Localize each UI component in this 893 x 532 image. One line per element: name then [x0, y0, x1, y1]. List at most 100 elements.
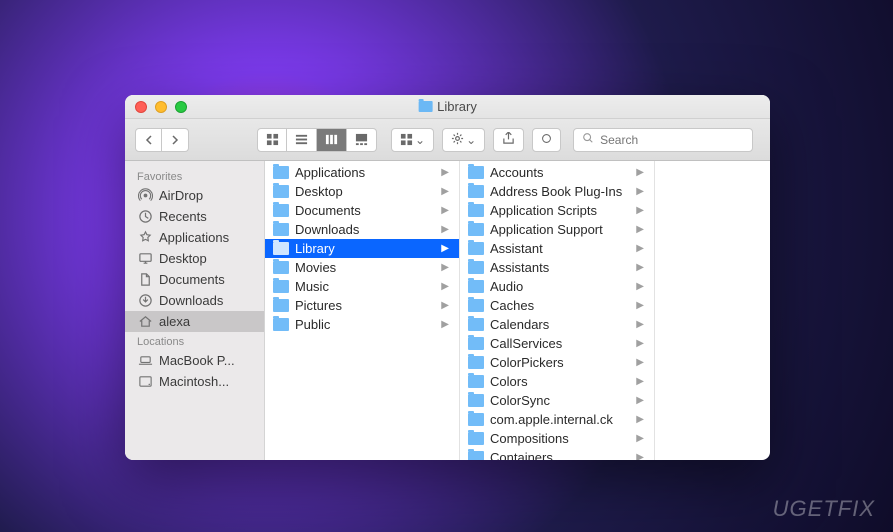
toolbar: ⌄ ⌄ [125, 119, 770, 161]
view-gallery-button[interactable] [347, 128, 377, 152]
item-label: Audio [490, 279, 630, 294]
list-item[interactable]: Applications▶ [265, 163, 459, 182]
airdrop-icon [137, 189, 153, 203]
folder-icon [468, 185, 484, 198]
sidebar-item-downloads[interactable]: Downloads [125, 290, 264, 311]
action-button[interactable]: ⌄ [442, 128, 485, 152]
sidebar-item-documents[interactable]: Documents [125, 269, 264, 290]
folder-icon [468, 413, 484, 426]
list-item[interactable]: Downloads▶ [265, 220, 459, 239]
sidebar-item-alexa[interactable]: alexa [125, 311, 264, 332]
chevron-right-icon: ▶ [636, 319, 644, 330]
sidebar-item-airdrop[interactable]: AirDrop [125, 185, 264, 206]
sidebar-item-macbook-p-[interactable]: MacBook P... [125, 350, 264, 371]
folder-icon [273, 318, 289, 331]
list-item[interactable]: Desktop▶ [265, 182, 459, 201]
list-item[interactable]: Application Support▶ [460, 220, 654, 239]
item-label: Library [295, 241, 435, 256]
sidebar-item-label: Macintosh... [159, 374, 229, 389]
list-item[interactable]: Containers▶ [460, 448, 654, 460]
forward-button[interactable] [162, 128, 189, 152]
list-item[interactable]: ColorSync▶ [460, 391, 654, 410]
folder-icon [468, 242, 484, 255]
list-item[interactable]: Address Book Plug-Ins▶ [460, 182, 654, 201]
list-item[interactable]: ColorPickers▶ [460, 353, 654, 372]
chevron-right-icon: ▶ [636, 205, 644, 216]
sidebar-item-label: MacBook P... [159, 353, 235, 368]
documents-icon [137, 273, 153, 287]
sidebar: FavoritesAirDropRecentsApplicationsDeskt… [125, 161, 265, 460]
list-item[interactable]: Accounts▶ [460, 163, 654, 182]
minimize-button[interactable] [155, 101, 167, 113]
chevron-right-icon: ▶ [636, 262, 644, 273]
finder-window: Library ⌄ [125, 95, 770, 460]
view-columns-button[interactable] [317, 128, 347, 152]
sidebar-item-recents[interactable]: Recents [125, 206, 264, 227]
list-item[interactable]: Music▶ [265, 277, 459, 296]
item-label: Compositions [490, 431, 630, 446]
chevron-right-icon: ▶ [636, 243, 644, 254]
applications-icon [137, 231, 153, 245]
folder-icon [273, 166, 289, 179]
item-label: Public [295, 317, 435, 332]
chevron-right-icon: ▶ [636, 186, 644, 197]
share-icon [502, 132, 515, 148]
list-item[interactable]: Assistants▶ [460, 258, 654, 277]
sidebar-item-desktop[interactable]: Desktop [125, 248, 264, 269]
list-item[interactable]: com.apple.internal.ck ▶ [460, 410, 654, 429]
chevron-right-icon: ▶ [636, 433, 644, 444]
sidebar-item-label: Documents [159, 272, 225, 287]
column-browser: Applications▶Desktop▶Documents▶Downloads… [265, 161, 770, 460]
chevron-right-icon: ▶ [441, 205, 449, 216]
list-item[interactable]: Application Scripts▶ [460, 201, 654, 220]
chevron-right-icon: ▶ [441, 186, 449, 197]
list-item[interactable]: Audio▶ [460, 277, 654, 296]
search-icon [582, 131, 594, 149]
tags-button[interactable] [532, 128, 561, 152]
search-box[interactable] [573, 128, 753, 152]
list-item[interactable]: Calendars▶ [460, 315, 654, 334]
list-item[interactable]: Compositions ▶ [460, 429, 654, 448]
item-label: ColorPickers [490, 355, 630, 370]
view-icons-button[interactable] [257, 128, 287, 152]
share-button[interactable] [493, 128, 524, 152]
chevron-right-icon: ▶ [441, 224, 449, 235]
watermark: UGETFIX [773, 496, 875, 522]
list-item[interactable]: Colors▶ [460, 372, 654, 391]
sidebar-item-applications[interactable]: Applications [125, 227, 264, 248]
item-label: com.apple.internal.ck [490, 412, 630, 427]
search-input[interactable] [600, 133, 744, 147]
sidebar-item-label: Recents [159, 209, 207, 224]
arrange-button[interactable]: ⌄ [391, 128, 434, 152]
list-item[interactable]: Documents▶ [265, 201, 459, 220]
chevron-right-icon: ▶ [636, 300, 644, 311]
back-button[interactable] [135, 128, 162, 152]
list-item[interactable]: Library▶ [265, 239, 459, 258]
content-area: FavoritesAirDropRecentsApplicationsDeskt… [125, 161, 770, 460]
folder-icon [273, 280, 289, 293]
folder-icon [273, 223, 289, 236]
list-item[interactable]: Assistant▶ [460, 239, 654, 258]
maximize-button[interactable] [175, 101, 187, 113]
view-list-button[interactable] [287, 128, 317, 152]
folder-icon [468, 299, 484, 312]
list-item[interactable]: CallServices▶ [460, 334, 654, 353]
chevron-right-icon: ▶ [636, 414, 644, 425]
list-item[interactable]: Caches▶ [460, 296, 654, 315]
folder-icon [468, 204, 484, 217]
sidebar-item-label: alexa [159, 314, 190, 329]
list-item[interactable]: Movies▶ [265, 258, 459, 277]
chevron-right-icon: ▶ [636, 376, 644, 387]
close-button[interactable] [135, 101, 147, 113]
folder-icon [273, 299, 289, 312]
chevron-right-icon: ▶ [636, 395, 644, 406]
list-item[interactable]: Pictures▶ [265, 296, 459, 315]
chevron-right-icon: ▶ [441, 319, 449, 330]
sidebar-item-macintosh-[interactable]: Macintosh... [125, 371, 264, 392]
laptop-icon [137, 354, 153, 368]
disk-icon [137, 375, 153, 389]
list-item[interactable]: Public ▶ [265, 315, 459, 334]
sidebar-item-label: Downloads [159, 293, 223, 308]
item-label: Accounts [490, 165, 630, 180]
titlebar[interactable]: Library [125, 95, 770, 119]
